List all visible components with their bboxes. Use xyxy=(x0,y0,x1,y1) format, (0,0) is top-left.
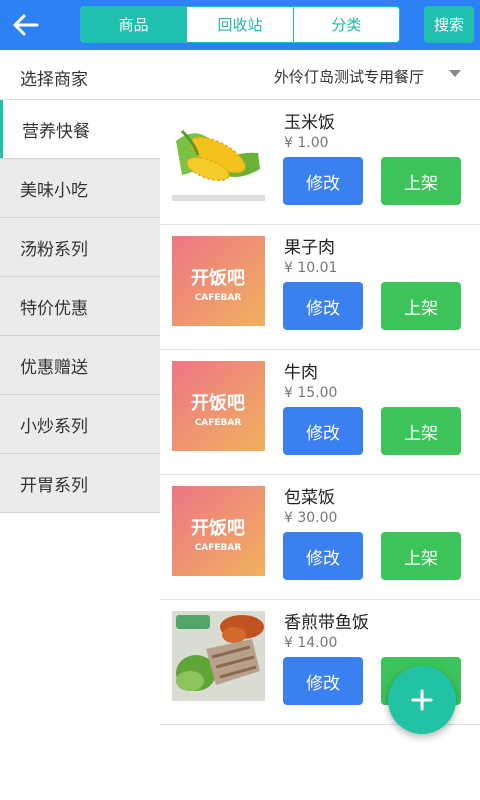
sidebar-item-label: 优惠赠送 xyxy=(20,357,88,378)
edit-button[interactable]: 修改 xyxy=(283,157,363,205)
dropdown-arrow-icon[interactable] xyxy=(449,70,461,77)
top-bar: 商品 回收站 分类 搜索 xyxy=(0,0,480,50)
edit-button[interactable]: 修改 xyxy=(283,407,363,455)
product-name: 玉米饭 xyxy=(284,113,335,133)
category-sidebar: 营养快餐 美味小吃 汤粉系列 特价优惠 优惠赠送 小炒系列 开胃系列 xyxy=(0,100,160,513)
sidebar-item-label: 美味小吃 xyxy=(20,180,88,201)
product-image-cafebar: 开饭吧 CAFEBAR xyxy=(172,361,265,451)
product-name: 包菜饭 xyxy=(284,488,335,508)
logo-subtext: CAFEBAR xyxy=(195,418,242,428)
product-price: ¥ 15.00 xyxy=(284,385,338,401)
merchant-selector[interactable]: 选择商家 外伶仃岛测试专用餐厅 xyxy=(0,50,480,100)
tab-products[interactable]: 商品 xyxy=(81,7,187,42)
tab-bar: 商品 回收站 分类 xyxy=(80,6,400,43)
product-image-cafebar: 开饭吧 CAFEBAR xyxy=(172,486,265,576)
list-on-shelf-button[interactable]: 上架 xyxy=(381,407,461,455)
logo-text: 开饭吧 xyxy=(191,517,245,539)
product-name: 香煎带鱼饭 xyxy=(284,613,369,633)
product-price: ¥ 1.00 xyxy=(284,135,329,151)
sidebar-item-snacks[interactable]: 美味小吃 xyxy=(0,159,160,218)
edit-button[interactable]: 修改 xyxy=(283,657,363,705)
product-image-cafebar: 开饭吧 CAFEBAR xyxy=(172,236,265,326)
product-item: 开饭吧 CAFEBAR 包菜饭 ¥ 30.00 修改 上架 xyxy=(160,475,480,600)
back-button[interactable] xyxy=(6,6,44,44)
sidebar-item-gifts[interactable]: 优惠赠送 xyxy=(0,336,160,395)
product-item: 开饭吧 CAFEBAR 牛肉 ¥ 15.00 修改 上架 xyxy=(160,350,480,475)
product-image-corn xyxy=(172,111,265,201)
product-item: 玉米饭 ¥ 1.00 修改 上架 xyxy=(160,100,480,225)
product-name: 牛肉 xyxy=(284,363,318,383)
list-on-shelf-button[interactable]: 上架 xyxy=(381,282,461,330)
sidebar-item-appetizers[interactable]: 开胃系列 xyxy=(0,454,160,513)
product-item: 开饭吧 CAFEBAR 果子肉 ¥ 10.01 修改 上架 xyxy=(160,225,480,350)
add-product-button[interactable] xyxy=(388,666,456,734)
sidebar-item-label: 开胃系列 xyxy=(20,475,88,496)
tab-categories[interactable]: 分类 xyxy=(292,7,399,42)
search-button[interactable]: 搜索 xyxy=(424,6,474,43)
product-price: ¥ 10.01 xyxy=(284,260,338,276)
list-on-shelf-button[interactable]: 上架 xyxy=(381,532,461,580)
sidebar-item-stir-fry[interactable]: 小炒系列 xyxy=(0,395,160,454)
logo-subtext: CAFEBAR xyxy=(195,543,242,553)
sidebar-item-label: 汤粉系列 xyxy=(20,239,88,260)
sidebar-item-special-offers[interactable]: 特价优惠 xyxy=(0,277,160,336)
product-list: 玉米饭 ¥ 1.00 修改 上架 开饭吧 CAFEBAR 果子肉 ¥ 10.01… xyxy=(160,100,480,725)
sidebar-item-label: 特价优惠 xyxy=(20,298,88,319)
plus-icon xyxy=(411,689,433,711)
product-name: 果子肉 xyxy=(284,238,335,258)
sidebar-item-nutrition-fastfood[interactable]: 营养快餐 xyxy=(0,100,160,159)
product-price: ¥ 14.00 xyxy=(284,635,338,651)
tab-recycle-bin[interactable]: 回收站 xyxy=(186,7,292,42)
sidebar-item-noodle-soup[interactable]: 汤粉系列 xyxy=(0,218,160,277)
edit-button[interactable]: 修改 xyxy=(283,532,363,580)
list-on-shelf-button[interactable]: 上架 xyxy=(381,157,461,205)
product-image-fish-dish xyxy=(172,611,265,701)
edit-button[interactable]: 修改 xyxy=(283,282,363,330)
logo-text: 开饭吧 xyxy=(191,392,245,414)
back-arrow-icon xyxy=(13,14,39,36)
sidebar-item-label: 小炒系列 xyxy=(20,416,88,437)
sidebar-item-label: 营养快餐 xyxy=(22,121,90,142)
logo-subtext: CAFEBAR xyxy=(195,293,242,303)
merchant-label: 选择商家 xyxy=(20,70,88,90)
merchant-value: 外伶仃岛测试专用餐厅 xyxy=(273,68,424,86)
product-price: ¥ 30.00 xyxy=(284,510,338,526)
logo-text: 开饭吧 xyxy=(191,267,245,289)
